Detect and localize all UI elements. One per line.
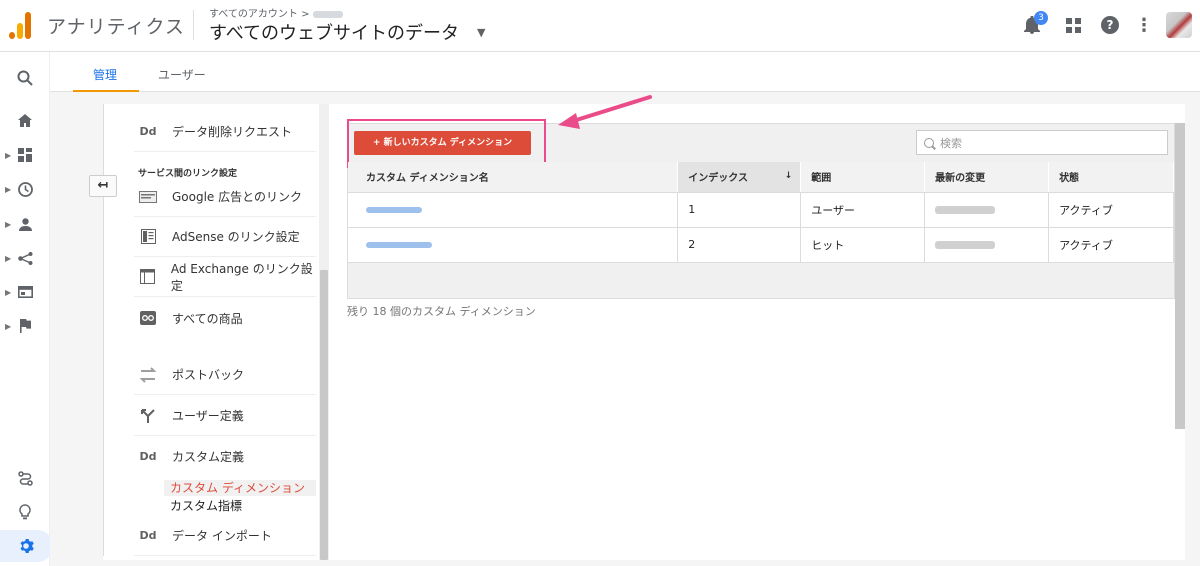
left-rail: ▶ ▶ ▶ ▶ ▶ ▶: [0, 52, 52, 566]
breadcrumb[interactable]: すべてのアカウント >: [209, 5, 344, 20]
cell-status: アクティブ: [1048, 192, 1174, 228]
nav-postback[interactable]: ポストバック: [134, 355, 316, 395]
tab-user[interactable]: ユーザー: [158, 66, 206, 83]
more-vert-icon[interactable]: ⋮: [1132, 13, 1156, 37]
nav-label: すべての商品: [172, 311, 243, 326]
ad-exchange-icon: [138, 269, 157, 285]
top-header: アナリティクス すべてのアカウント > すべてのウェブサイトのデータ ▼ 3 ?…: [0, 0, 1200, 52]
search-input[interactable]: 検索: [916, 130, 1168, 155]
user-definitions-icon: [138, 408, 158, 424]
nav-label: Ad Exchange のリンク設定: [170, 261, 313, 293]
cell-last-changed: [924, 192, 1050, 228]
avatar[interactable]: [1166, 12, 1192, 38]
custom-dimensions-table: カスタム ディメンション名 インデックス ↓ 範囲 最新の変更 状態 1 ユーザー…: [348, 162, 1174, 263]
admin-tabs: 管理 ユーザー: [50, 52, 1200, 92]
annotation-highlight-box: [347, 119, 546, 168]
nav-custom-definitions[interactable]: Dd カスタム定義: [134, 436, 316, 476]
gear-icon[interactable]: [0, 530, 52, 562]
nav-google-ads[interactable]: Google 広告とのリンク: [134, 177, 316, 217]
annotation-arrow: [558, 95, 652, 129]
nav-label: データ インポート: [172, 529, 272, 543]
back-arrow-button[interactable]: ↤: [89, 175, 117, 197]
dd-icon: Dd: [139, 125, 157, 138]
postback-icon: [138, 366, 158, 383]
nav-ad-exchange[interactable]: Ad Exchange のリンク設定: [134, 257, 316, 297]
attribution-icon[interactable]: [0, 466, 50, 490]
search-icon[interactable]: [0, 66, 50, 90]
chevron-down-icon[interactable]: ▼: [477, 26, 485, 39]
blurred-account-name: [313, 10, 344, 18]
property-title[interactable]: すべてのウェブサイトのデータ: [209, 19, 459, 45]
nav-label: ユーザー定義: [172, 409, 244, 423]
flag-icon[interactable]: ▶: [0, 314, 50, 338]
nav-label: AdSense のリンク設定: [172, 230, 300, 244]
cell-index: 1: [677, 192, 802, 228]
table-row: 1 ユーザー アクティブ: [348, 192, 1174, 228]
panel-border: [103, 104, 104, 556]
cell-last-changed: [924, 227, 1050, 263]
nav-data-import[interactable]: Dd データ インポート: [134, 516, 316, 556]
nav-data-deletion[interactable]: Dd データ削除リクエスト: [134, 112, 316, 152]
sub-custom-dimensions[interactable]: カスタム ディメンション: [164, 480, 316, 496]
nav-label: カスタム定義: [172, 449, 245, 464]
cell-index: 2: [677, 227, 802, 263]
apps-grid-icon[interactable]: [1061, 13, 1085, 37]
cell-status: アクティブ: [1048, 227, 1174, 263]
nav-user-definitions[interactable]: ユーザー定義: [134, 396, 316, 436]
dimension-name-link[interactable]: [348, 192, 679, 228]
tab-admin[interactable]: 管理: [93, 66, 117, 83]
search-icon: [924, 137, 934, 148]
cell-scope: ユーザー: [800, 192, 926, 228]
header-divider: [193, 10, 194, 40]
col-index[interactable]: インデックス ↓: [677, 162, 802, 193]
home-icon[interactable]: [0, 108, 50, 132]
remaining-count-text: 残り 18 個のカスタム ディメンション: [347, 305, 536, 318]
acquisition-icon[interactable]: ▶: [0, 246, 50, 270]
analytics-logo[interactable]: [9, 11, 33, 39]
dd-icon: Dd: [139, 529, 157, 542]
notification-badge: 3: [1034, 11, 1048, 25]
sort-down-icon: ↓: [784, 171, 793, 181]
col-last-changed[interactable]: 最新の変更: [924, 162, 1050, 193]
nav-all-products[interactable]: すべての商品: [134, 298, 316, 338]
col-name[interactable]: カスタム ディメンション名: [348, 162, 679, 193]
dashboard-icon[interactable]: ▶: [0, 143, 50, 167]
all-products-icon: [138, 310, 158, 326]
sub-custom-metrics[interactable]: カスタム指標: [164, 498, 316, 514]
adsense-icon: [138, 229, 158, 245]
dd-icon: Dd: [139, 449, 157, 463]
cell-scope: ヒット: [800, 227, 926, 263]
col-scope[interactable]: 範囲: [800, 162, 926, 193]
table-row: 2 ヒット アクティブ: [348, 227, 1174, 263]
clock-icon[interactable]: ▶: [0, 177, 50, 201]
app-name: アナリティクス: [47, 16, 185, 38]
nav-label: ポストバック: [172, 368, 245, 382]
main-scrollbar[interactable]: [1175, 123, 1185, 429]
google-ads-icon: [138, 189, 158, 205]
nav-label: データ削除リクエスト: [172, 125, 293, 139]
nav-adsense[interactable]: AdSense のリンク設定: [134, 217, 316, 257]
behavior-icon[interactable]: ▶: [0, 280, 50, 304]
col-status[interactable]: 状態: [1048, 162, 1174, 193]
person-icon[interactable]: ▶: [0, 212, 50, 236]
lightbulb-icon[interactable]: [0, 500, 50, 524]
nav-label: Google 広告とのリンク: [172, 190, 303, 204]
dimension-name-link[interactable]: [348, 227, 679, 263]
help-icon[interactable]: ?: [1098, 13, 1122, 37]
search-placeholder: 検索: [940, 136, 962, 150]
nav-scrollbar[interactable]: [320, 270, 328, 560]
